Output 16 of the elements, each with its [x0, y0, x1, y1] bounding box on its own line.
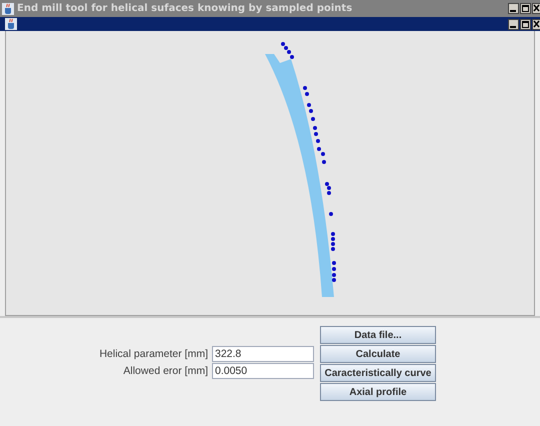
action-button[interactable]: Data file...: [320, 326, 436, 344]
field-label: Allowed eror [mm]: [123, 364, 209, 378]
input-field[interactable]: 0.0050: [212, 363, 314, 379]
java-cup-icon: [2, 2, 14, 14]
action-button[interactable]: Caracteristically curve: [320, 364, 436, 382]
close-icon[interactable]: [532, 3, 540, 14]
window-title: End mill tool for helical sufaces knowing by sampled points: [17, 3, 352, 14]
minimize-icon[interactable]: [508, 18, 519, 30]
minimize-icon[interactable]: [508, 3, 519, 14]
maximize-icon[interactable]: [520, 3, 531, 14]
close-icon[interactable]: [532, 18, 540, 30]
maximize-icon[interactable]: [520, 18, 531, 30]
field-label: Helical parameter [mm]: [99, 347, 209, 361]
input-field[interactable]: 322.8: [212, 346, 314, 362]
action-button[interactable]: Calculate: [320, 345, 436, 363]
action-button[interactable]: Axial profile: [320, 383, 436, 401]
